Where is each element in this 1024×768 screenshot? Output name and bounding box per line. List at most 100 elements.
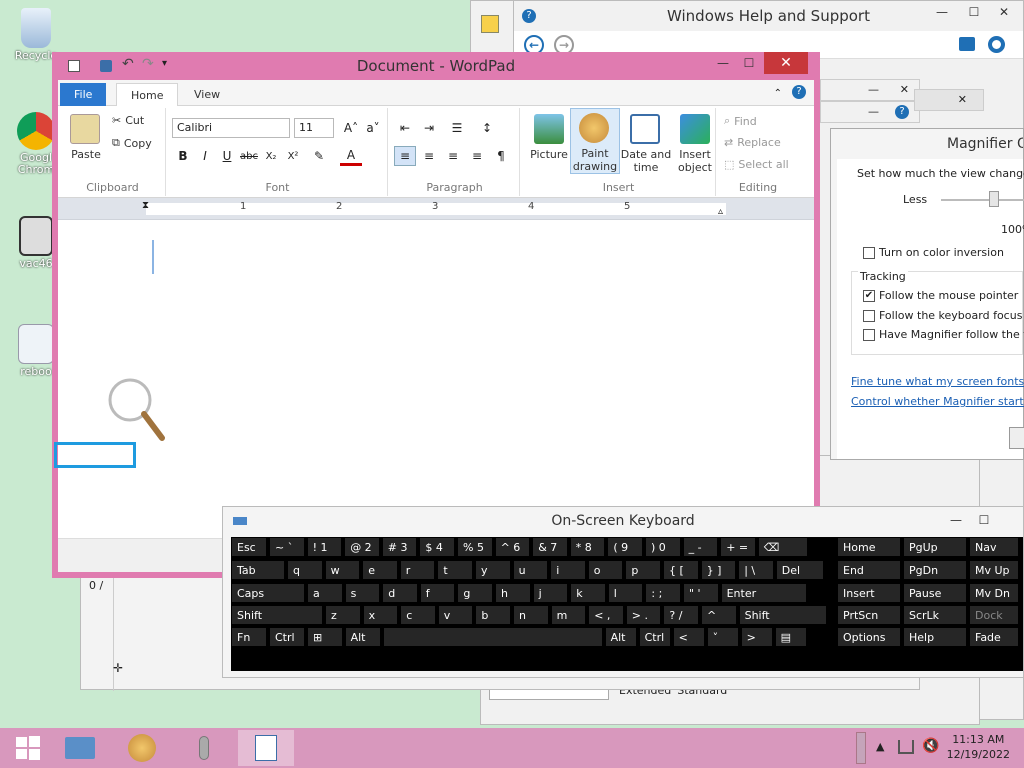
color-inversion-checkbox[interactable]: Turn on color inversion [863, 246, 1004, 259]
key-r1k5[interactable]: t [437, 560, 473, 580]
save-icon[interactable] [100, 60, 112, 72]
key-r1k4[interactable]: r [399, 560, 436, 580]
print-icon[interactable] [959, 37, 975, 51]
key-r3k8[interactable]: < , [588, 605, 624, 625]
move-handle-icon[interactable]: ✛ [113, 661, 123, 675]
minimize-button[interactable]: — [927, 1, 957, 23]
key-r2k4[interactable]: f [419, 583, 456, 603]
customize-quick-access-icon[interactable]: ▾ [162, 58, 167, 69]
key-r1k9[interactable]: o [587, 560, 624, 580]
insert-object-label-2[interactable]: object [672, 161, 718, 174]
nav-key-r1k0[interactable]: End [837, 560, 901, 580]
key-r1k1[interactable]: q [287, 560, 323, 580]
close-button[interactable]: ✕ [764, 52, 808, 74]
key-r2k1[interactable]: a [307, 583, 343, 603]
key-r1k2[interactable]: w [324, 560, 361, 580]
follow-mouse-checkbox[interactable]: ✔ Follow the mouse pointer [863, 289, 1018, 302]
key-r0k10[interactable]: ( 9 [607, 537, 643, 557]
undo-icon[interactable]: ↶ [122, 56, 134, 72]
on-screen-keyboard-window[interactable]: On-Screen Keyboard — ☐ Esc ~ `! 1 @ 2 # 3 $ … [222, 506, 1024, 678]
increase-indent-icon[interactable]: ⇥ [418, 118, 440, 138]
key-r3k9[interactable]: > . [625, 605, 662, 625]
tab-home[interactable]: Home [116, 83, 179, 106]
key-r4k1[interactable]: Ctrl [269, 627, 305, 647]
key-r4k9[interactable]: > [740, 627, 773, 647]
key-r2k0[interactable]: Caps [231, 583, 305, 603]
nav-key-r2k1[interactable]: Pause [903, 583, 967, 603]
key-r0k2[interactable]: ! 1 [306, 537, 343, 557]
magnifier-options-window[interactable]: Magnifier O Set how much the view change… [830, 128, 1024, 460]
nav-key-r4k2[interactable]: Fade [969, 627, 1019, 647]
taskbar-speech-app[interactable] [176, 730, 232, 766]
find-button[interactable]: ⌕ Find [724, 114, 757, 128]
nav-key-r0k1[interactable]: PgUp [903, 537, 967, 557]
system-clock[interactable]: 11:13 AM 12/19/2022 [947, 732, 1010, 762]
key-r2k3[interactable]: d [382, 583, 418, 603]
nav-key-r1k1[interactable]: PgDn [903, 560, 967, 580]
nav-key-r3k1[interactable]: ScrLk [903, 605, 967, 625]
insert-object-label-1[interactable]: Insert [672, 148, 718, 161]
nav-key-r4k0[interactable]: Options [837, 627, 901, 647]
key-r1k12[interactable]: } ] [700, 560, 737, 580]
key-r4k6[interactable]: Ctrl [638, 627, 671, 647]
key-r1k7[interactable]: u [512, 560, 549, 580]
strikethrough-button[interactable]: abc [238, 146, 260, 166]
key-r1k8[interactable]: i [550, 560, 586, 580]
key-r2k12[interactable]: Enter [720, 583, 807, 603]
key-r0k11[interactable]: ) 0 [645, 537, 681, 557]
minimize-button[interactable]: — [941, 509, 971, 531]
key-r0k12[interactable]: _ - [682, 537, 719, 557]
nav-key-r4k1[interactable]: Help [903, 627, 967, 647]
paste-button[interactable]: Paste [64, 148, 108, 161]
magnifier-lens-icon[interactable] [106, 376, 168, 444]
bold-button[interactable]: B [172, 146, 194, 166]
key-r4k8[interactable]: ˅ [706, 627, 739, 647]
key-r2k11[interactable]: " ' [683, 583, 719, 603]
key-r2k9[interactable]: l [607, 583, 644, 603]
key-r0k9[interactable]: * 8 [569, 537, 606, 557]
right-indent-marker-icon[interactable]: ▵ [718, 206, 723, 217]
key-r3k11[interactable]: ^ [701, 605, 737, 625]
key-r0k14[interactable]: ⌫ [757, 537, 808, 557]
show-hidden-icons[interactable]: ▲ [876, 740, 884, 753]
date-time-label-2[interactable]: time [620, 161, 672, 174]
highlight-color-icon[interactable]: ✎ [308, 146, 330, 166]
key-r4k10[interactable]: ▤ [774, 627, 807, 647]
copy-button[interactable]: ⧉ Copy [112, 136, 152, 150]
picture-button[interactable]: Picture [526, 148, 572, 161]
key-r2k2[interactable]: s [344, 583, 381, 603]
key-r3k0[interactable]: Shift [231, 605, 323, 625]
taskbar-scroll-icon[interactable] [856, 732, 866, 764]
date-time-label-1[interactable]: Date and [620, 148, 672, 161]
underline-button[interactable]: U [216, 146, 238, 166]
align-left-button[interactable]: ≡ [394, 146, 416, 166]
italic-button[interactable]: I [194, 146, 216, 166]
start-button[interactable] [0, 730, 56, 766]
key-r4k0[interactable]: Fn [231, 627, 267, 647]
key-r3k7[interactable]: m [550, 605, 587, 625]
ruler[interactable]: 1 2 3 4 5 ⧗ ▵ [58, 198, 814, 220]
key-r0k7[interactable]: ^ 6 [494, 537, 531, 557]
fine-tune-fonts-link[interactable]: Fine tune what my screen fonts lo [851, 375, 1024, 388]
zoom-slider-track[interactable] [941, 199, 1024, 201]
help-icon[interactable]: ? [895, 105, 909, 119]
help-icon[interactable]: ? [792, 85, 806, 99]
nav-key-r0k0[interactable]: Home [837, 537, 901, 557]
superscript-button[interactable]: X² [282, 146, 304, 166]
key-r1k0[interactable]: Tab [231, 560, 285, 580]
nav-key-r2k2[interactable]: Mv Dn [969, 583, 1019, 603]
collapse-ribbon-icon[interactable]: ⌃ [774, 88, 782, 99]
key-r3k2[interactable]: x [362, 605, 399, 625]
key-r2k8[interactable]: k [570, 583, 606, 603]
key-r2k10[interactable]: : ; [645, 583, 681, 603]
nav-key-r2k0[interactable]: Insert [837, 583, 901, 603]
bullets-icon[interactable]: ☰ [446, 118, 468, 138]
close-button[interactable]: ✕ [989, 1, 1019, 23]
taskbar-paint-app[interactable] [114, 730, 170, 766]
taskbar-osk-app[interactable] [52, 730, 108, 766]
key-r1k13[interactable]: | \ [738, 560, 774, 580]
key-r0k1[interactable]: ~ ` [269, 537, 305, 557]
tab-view[interactable]: View [180, 83, 234, 106]
key-r0k5[interactable]: $ 4 [419, 537, 455, 557]
paint-drawing-button[interactable]: Paint drawing [570, 108, 620, 174]
